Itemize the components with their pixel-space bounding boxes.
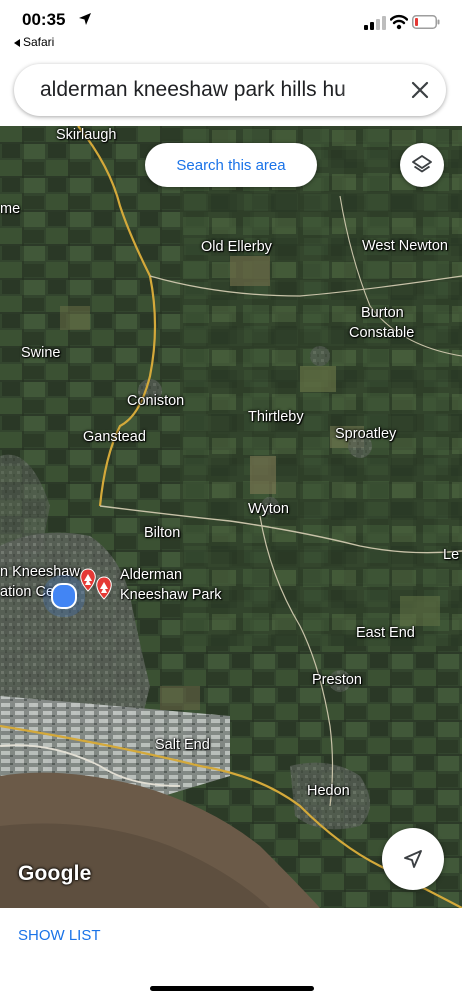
layers-button[interactable] <box>400 143 444 187</box>
place-label: Sproatley <box>335 426 397 442</box>
park-tree-pin-icon[interactable] <box>80 567 120 603</box>
home-indicator[interactable] <box>150 986 314 991</box>
place-label: Hedon <box>307 783 350 799</box>
search-header: alderman kneeshaw park hills hu <box>0 56 462 126</box>
place-label: Ganstead <box>83 429 146 445</box>
place-label: n Kneeshaw <box>0 564 80 580</box>
place-label: East End <box>356 625 415 641</box>
google-logo: Google <box>18 862 92 885</box>
back-triangle-icon <box>14 38 20 47</box>
search-this-area-button[interactable]: Search this area <box>145 143 317 187</box>
place-label: Swine <box>21 345 61 361</box>
park-label[interactable]: Kneeshaw Park <box>120 586 222 606</box>
show-list-button[interactable]: SHOW LIST <box>18 927 101 944</box>
search-bar[interactable]: alderman kneeshaw park hills hu <box>14 64 446 116</box>
place-label: me <box>0 201 21 217</box>
my-location-dot-icon <box>51 583 77 609</box>
bottom-panel: SHOW LIST <box>0 908 462 1000</box>
battery-low-icon <box>412 15 440 29</box>
place-label: Salt End <box>155 737 210 753</box>
place-label: Old Ellerby <box>201 239 272 255</box>
place-label: Bilton <box>144 525 181 541</box>
park-label[interactable]: Alderman <box>120 566 182 586</box>
search-input[interactable]: alderman kneeshaw park hills hu <box>40 78 370 102</box>
place-label: Wyton <box>248 501 289 517</box>
back-app-label: Safari <box>23 35 55 49</box>
place-label: Coniston <box>127 393 185 409</box>
place-label: ation Ce <box>0 584 55 600</box>
back-to-app-link[interactable]: Safari <box>14 35 54 49</box>
place-label: Constable <box>349 325 415 341</box>
status-bar: 00:35 Safari <box>0 0 462 56</box>
close-icon[interactable] <box>408 78 432 102</box>
location-arrow-icon <box>79 13 91 25</box>
navigation-arrow-icon <box>404 850 422 868</box>
status-time: 00:35 <box>22 10 66 29</box>
map-view[interactable]: Skirlaugh me Old Ellerby West Newton Bur… <box>0 126 462 908</box>
wifi-icon <box>390 14 408 30</box>
place-label: Skirlaugh <box>56 127 117 143</box>
layers-icon <box>412 155 432 173</box>
place-label: Preston <box>312 672 362 688</box>
place-label: West Newton <box>362 238 448 254</box>
navigate-button[interactable] <box>382 828 444 890</box>
place-label: Le <box>443 547 460 563</box>
cellular-signal-icon <box>364 16 386 30</box>
place-label: Burton <box>361 305 404 321</box>
place-label: Thirtleby <box>248 409 304 425</box>
